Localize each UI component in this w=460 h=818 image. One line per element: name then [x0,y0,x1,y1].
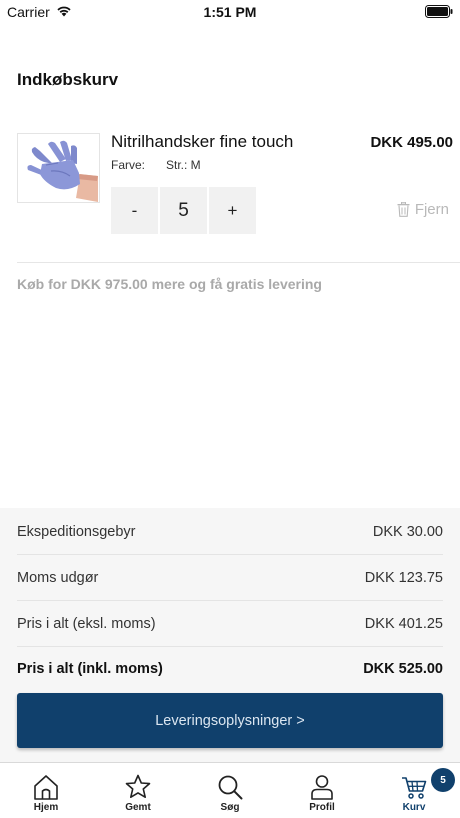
product-price: DKK 495.00 [370,134,453,151]
total-incl-vat-label: Pris i alt (inkl. moms) [17,661,163,677]
tab-search-label: Søg [220,802,240,813]
page-title: Indkøbskurv [17,70,119,89]
product-image[interactable] [17,133,100,203]
vat-label: Moms udgør [17,570,99,586]
increment-button[interactable]: + [209,187,256,234]
total-incl-vat-row: Pris i alt (inkl. moms) DKK 525.00 [17,646,443,692]
tab-saved-label: Gemt [125,802,151,813]
quantity-stepper: - 5 + [111,187,256,234]
remove-button[interactable]: Fjern [397,201,449,218]
tab-saved[interactable]: Gemt [92,763,184,818]
subtotal-excl-vat-row: Pris i alt (eksl. moms) DKK 401.25 [17,601,443,647]
product-name[interactable]: Nitrilhandsker fine touch [111,132,293,152]
subtotal-excl-vat-label: Pris i alt (eksl. moms) [17,616,156,632]
shipping-fee-label: Ekspeditionsgebyr [17,524,136,540]
tab-cart-label: Kurv [402,802,426,813]
divider [17,262,460,263]
size-attribute: Str.: M [166,158,201,172]
decrement-button[interactable]: - [111,187,158,234]
shipping-fee-value: DKK 30.00 [372,524,443,540]
total-incl-vat-value: DKK 525.00 [363,661,443,677]
tab-home-label: Hjem [33,802,59,813]
free-shipping-message: Køb for DKK 975.00 mere og få gratis lev… [17,276,322,292]
tab-search[interactable]: Søg [184,763,276,818]
battery-icon [425,5,453,18]
tab-cart[interactable]: 5 Kurv [368,763,460,818]
tab-profile[interactable]: Profil [276,763,368,818]
vat-row: Moms udgør DKK 123.75 [17,555,443,601]
tab-profile-label: Profil [309,802,335,813]
glove-icon [27,140,98,202]
delivery-details-button[interactable]: Leveringsoplysninger > [17,693,443,748]
vat-value: DKK 123.75 [364,570,443,586]
tab-home[interactable]: Hjem [0,763,92,818]
cart-icon [402,777,427,799]
status-time: 1:51 PM [203,4,257,20]
cart-count-badge: 5 [431,768,455,792]
subtotal-excl-vat-value: DKK 401.25 [364,616,443,632]
search-icon [218,775,243,800]
status-bar: Carrier 1:51 PM [0,0,460,24]
star-icon [125,774,151,798]
remove-label: Fjern [414,201,449,218]
tab-bar: Hjem Gemt Søg Profil 5 Kurv [0,762,460,818]
trash-icon [397,202,410,217]
profile-icon [311,775,333,800]
color-attribute: Farve: [111,158,146,172]
home-icon [34,775,58,800]
quantity-value: 5 [160,187,207,234]
shipping-fee-row: Ekspeditionsgebyr DKK 30.00 [17,509,443,555]
